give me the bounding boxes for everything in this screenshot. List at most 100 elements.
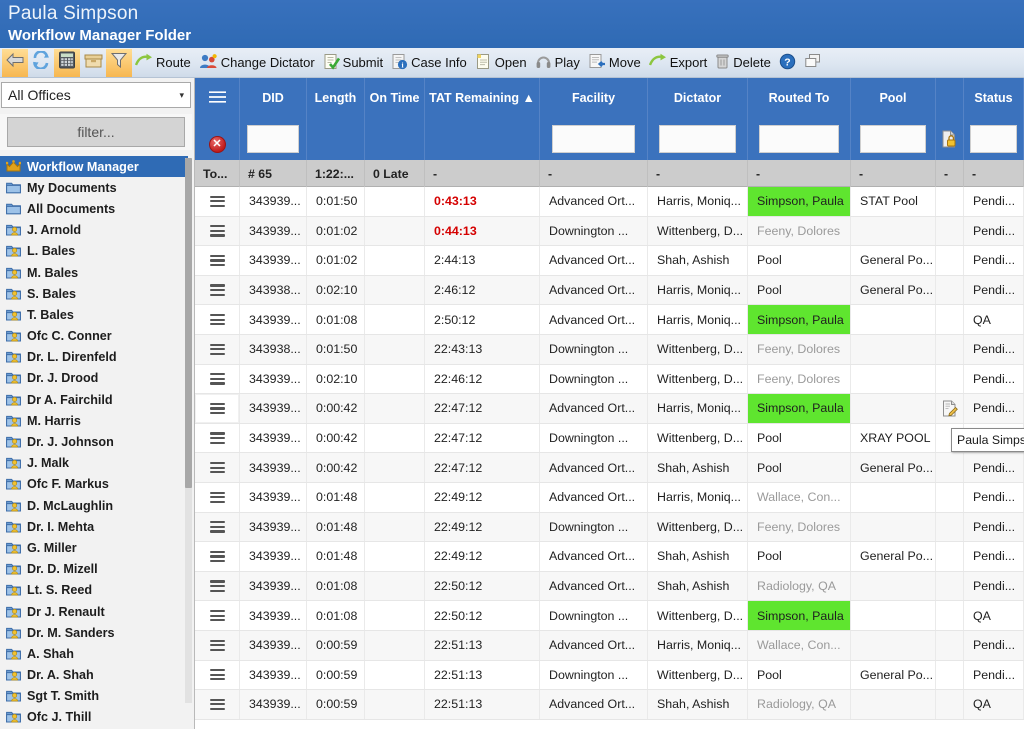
row-menu-icon[interactable]	[210, 669, 225, 680]
sidebar-item-g-miller[interactable]: G. Miller	[0, 537, 188, 558]
table-row[interactable]: 343939...0:02:1022:46:12Downington ...Wi…	[195, 365, 1024, 395]
table-row[interactable]: 343939...0:00:5922:51:13Advanced Ort...S…	[195, 690, 1024, 720]
table-row[interactable]: 343939...0:00:5922:51:13Downington ...Wi…	[195, 661, 1024, 691]
row-menu-icon[interactable]	[195, 572, 240, 601]
sidebar-item-s-bales[interactable]: S. Bales	[0, 283, 188, 304]
row-menu-icon[interactable]	[210, 492, 225, 503]
sidebar-item-dr-j-johnson[interactable]: Dr. J. Johnson	[0, 431, 188, 452]
office-select[interactable]: All Offices ▾	[1, 82, 191, 108]
export-button[interactable]: Export	[646, 49, 713, 77]
row-menu-icon[interactable]	[195, 424, 240, 453]
sidebar-item-ofc-j-thill[interactable]: Ofc J. Thill	[0, 707, 188, 728]
play-button[interactable]: Play	[532, 49, 585, 77]
sidebar-item-j-malk[interactable]: J. Malk	[0, 453, 188, 474]
cascade-windows-button[interactable]	[801, 49, 827, 77]
row-menu-icon[interactable]	[210, 225, 225, 236]
filter-input[interactable]: filter...	[7, 117, 185, 147]
column-header-fac[interactable]: Facility	[540, 78, 648, 118]
sidebar-item-ofc-c-conner[interactable]: Ofc C. Conner	[0, 326, 188, 347]
row-menu-icon[interactable]	[195, 187, 240, 216]
row-menu-icon[interactable]	[210, 373, 225, 384]
row-menu-icon[interactable]	[195, 394, 240, 423]
sidebar-item-all-documents[interactable]: All Documents	[0, 198, 188, 219]
table-row[interactable]: 343939...0:01:082:50:12Advanced Ort...Ha…	[195, 305, 1024, 335]
row-menu-icon[interactable]	[210, 284, 225, 295]
row-menu-icon[interactable]	[195, 483, 240, 512]
sidebar-scrollbar-thumb[interactable]	[185, 158, 192, 488]
column-header-menu[interactable]	[195, 78, 240, 118]
table-row[interactable]: 343939...0:01:022:44:13Advanced Ort...Sh…	[195, 246, 1024, 276]
sidebar-item-dr-a-fairchild[interactable]: Dr A. Fairchild	[0, 389, 188, 410]
open-button[interactable]: Open	[472, 49, 532, 77]
clear-filter-circle-icon[interactable]: ✕	[209, 136, 226, 153]
table-row[interactable]: 343938...0:01:5022:43:13Downington ...Wi…	[195, 335, 1024, 365]
filter-input-did[interactable]	[247, 125, 298, 153]
sidebar-item-ofc-f-markus[interactable]: Ofc F. Markus	[0, 474, 188, 495]
table-row[interactable]: 343939...0:00:4222:47:12Advanced Ort...H…	[195, 394, 1024, 424]
table-row[interactable]: 343939...0:01:020:44:13Downington ...Wit…	[195, 217, 1024, 247]
move-button[interactable]: Move	[585, 49, 646, 77]
sidebar-item-j-arnold[interactable]: J. Arnold	[0, 220, 188, 241]
row-menu-icon[interactable]	[210, 551, 225, 562]
row-menu-icon[interactable]	[195, 305, 240, 334]
sidebar-item-m-bales[interactable]: M. Bales	[0, 262, 188, 283]
column-header-ontime[interactable]: On Time	[365, 78, 425, 118]
refresh-button[interactable]	[28, 49, 54, 77]
sidebar-item-sgt-t-smith[interactable]: Sgt T. Smith	[0, 686, 188, 707]
table-row[interactable]: 343939...0:01:4822:49:12Downington ...Wi…	[195, 513, 1024, 543]
locked-document-icon[interactable]	[941, 130, 958, 148]
row-menu-icon[interactable]	[195, 513, 240, 542]
filter-input-dict[interactable]	[659, 125, 736, 153]
sidebar-item-dr-d-mizell[interactable]: Dr. D. Mizell	[0, 559, 188, 580]
table-row[interactable]: 343939...0:01:0822:50:12Downington ...Wi…	[195, 601, 1024, 631]
sidebar-item-dr-j-renault[interactable]: Dr J. Renault	[0, 601, 188, 622]
back-button[interactable]	[2, 49, 28, 77]
table-row[interactable]: 343939...0:01:500:43:13Advanced Ort...Ha…	[195, 187, 1024, 217]
sidebar-item-dr-i-mehta[interactable]: Dr. I. Mehta	[0, 516, 188, 537]
table-row[interactable]: 343939...0:00:4222:47:12Downington ...Wi…	[195, 424, 1024, 454]
sidebar-item-l-bales[interactable]: L. Bales	[0, 241, 188, 262]
edit-document-icon[interactable]	[942, 400, 958, 417]
row-menu-icon[interactable]	[210, 462, 225, 473]
folder-list[interactable]: Workflow Manager My Documents All Docume…	[0, 156, 188, 729]
row-menu-icon[interactable]	[195, 217, 240, 246]
row-menu-icon[interactable]	[195, 601, 240, 630]
row-menu-icon[interactable]	[210, 580, 225, 591]
calculator-button[interactable]	[54, 49, 80, 77]
row-menu-icon[interactable]	[195, 453, 240, 482]
column-header-routed[interactable]: Routed To	[748, 78, 851, 118]
row-menu-icon[interactable]	[195, 542, 240, 571]
row-menu-icon[interactable]	[195, 631, 240, 660]
sidebar-item-lt-s-reed[interactable]: Lt. S. Reed	[0, 580, 188, 601]
filter-button[interactable]	[106, 49, 132, 77]
column-header-lock[interactable]	[936, 78, 964, 118]
table-row[interactable]: 343939...0:00:5922:51:13Advanced Ort...H…	[195, 631, 1024, 661]
table-row[interactable]: 343939...0:01:0822:50:12Advanced Ort...S…	[195, 572, 1024, 602]
sidebar-item-t-bales[interactable]: T. Bales	[0, 304, 188, 325]
change-dictator-button[interactable]: Change Dictator	[196, 49, 320, 77]
sidebar-item-dr-l-direnfeld[interactable]: Dr. L. Direnfeld	[0, 347, 188, 368]
row-menu-icon[interactable]	[195, 661, 240, 690]
column-header-dict[interactable]: Dictator	[648, 78, 748, 118]
row-menu-icon[interactable]	[195, 690, 240, 719]
filter-input-fac[interactable]	[552, 125, 635, 153]
table-row[interactable]: 343938...0:02:102:46:12Advanced Ort...Ha…	[195, 276, 1024, 306]
delete-button[interactable]: Delete	[712, 49, 776, 77]
sidebar-item-my-documents[interactable]: My Documents	[0, 177, 188, 198]
row-menu-icon[interactable]	[210, 610, 225, 621]
filter-input-status[interactable]	[970, 125, 1016, 153]
edit-document-icon[interactable]	[936, 394, 964, 423]
archive-button[interactable]	[80, 49, 106, 77]
column-header-status[interactable]: Status	[964, 78, 1024, 118]
row-menu-icon[interactable]	[210, 403, 225, 414]
row-menu-icon[interactable]	[195, 365, 240, 394]
route-button[interactable]: Route	[132, 49, 196, 77]
grid-rows[interactable]: 343939...0:01:500:43:13Advanced Ort...Ha…	[195, 187, 1024, 729]
table-row[interactable]: 343939...0:00:4222:47:12Advanced Ort...S…	[195, 453, 1024, 483]
row-menu-icon[interactable]	[195, 335, 240, 364]
column-header-did[interactable]: DID	[240, 78, 307, 118]
row-menu-icon[interactable]	[210, 640, 225, 651]
row-menu-icon[interactable]	[210, 255, 225, 266]
sidebar-item-a-shah[interactable]: A. Shah	[0, 643, 188, 664]
sidebar-item-dr-a-shah[interactable]: Dr. A. Shah	[0, 665, 188, 686]
